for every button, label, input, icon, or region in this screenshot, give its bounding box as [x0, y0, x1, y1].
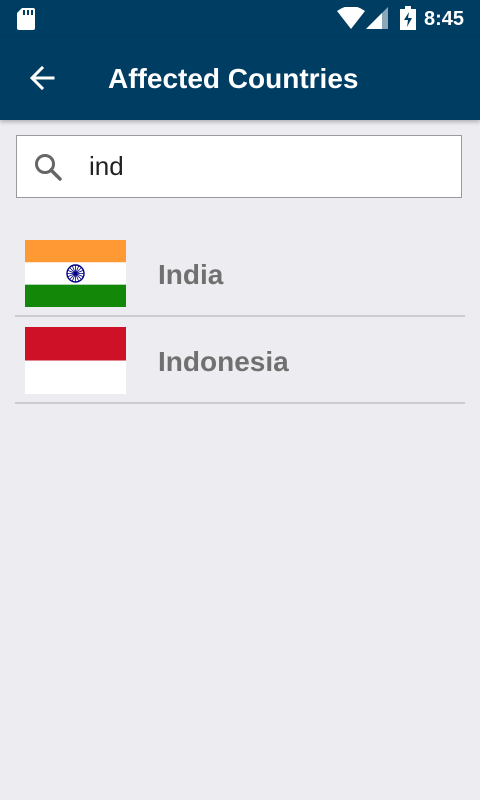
india-flag	[25, 240, 126, 307]
indonesia-flag	[25, 327, 126, 394]
search-icon	[35, 154, 62, 181]
status-bar: 8:45	[0, 0, 480, 38]
list-item-indonesia[interactable]: Indonesia	[15, 317, 465, 404]
list-item-india[interactable]: India	[15, 230, 465, 317]
app-bar: Affected Countries	[0, 38, 480, 120]
country-name: Indonesia	[158, 346, 289, 377]
country-name: India	[158, 259, 224, 290]
back-button[interactable]	[22, 58, 62, 98]
page-title: Affected Countries	[108, 63, 359, 94]
battery-charging-icon	[400, 6, 416, 30]
search-box[interactable]	[16, 135, 462, 198]
arrow-back-icon	[29, 65, 55, 91]
wifi-icon	[337, 7, 365, 29]
sd-card-icon	[17, 8, 35, 30]
search-input[interactable]	[87, 144, 451, 188]
country-list: India Indonesia	[15, 230, 465, 404]
signal-icon	[366, 7, 388, 29]
status-time: 8:45	[424, 8, 465, 30]
